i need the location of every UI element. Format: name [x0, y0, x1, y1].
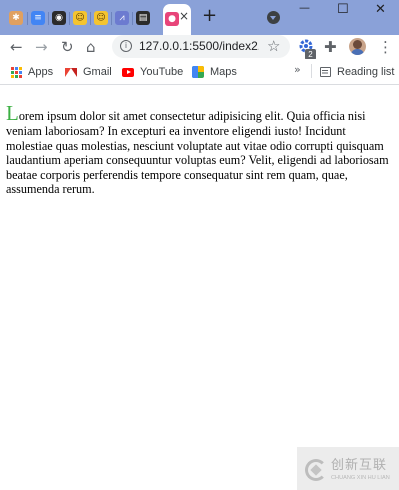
- watermark-emblem-icon: [305, 459, 327, 481]
- maps-icon: [192, 66, 204, 78]
- tab-search-icon[interactable]: [267, 11, 280, 24]
- tab-strip: ✱ ≡ ◉ ☺ ☺ ⩘ ▤ ● × + — ☐ ✕: [0, 0, 399, 35]
- bookmark-label: Apps: [28, 66, 54, 78]
- reading-list-button[interactable]: Reading list: [320, 65, 394, 79]
- circle-icon: ◉: [52, 11, 66, 25]
- pink-icon: ●: [165, 12, 179, 26]
- emoji-icon: ☺: [94, 11, 108, 25]
- drop-cap-letter: L: [6, 101, 19, 125]
- tab-emoji-2[interactable]: ☺: [91, 8, 111, 28]
- tab-app[interactable]: ▤: [133, 8, 153, 28]
- profile-avatar[interactable]: [349, 38, 366, 55]
- tab-chart[interactable]: ⩘: [112, 8, 132, 28]
- url-text[interactable]: 127.0.0.1:5500/index2...: [139, 39, 259, 53]
- chart-icon: ⩘: [115, 11, 129, 25]
- tab-circle[interactable]: ◉: [49, 8, 69, 28]
- close-tab-icon[interactable]: ×: [179, 10, 189, 22]
- bookmark-apps[interactable]: Apps: [11, 65, 53, 79]
- address-bar[interactable]: i 127.0.0.1:5500/index2... ☆: [112, 35, 290, 58]
- tab-docs[interactable]: ≡: [28, 8, 48, 28]
- more-bookmarks-chevron-icon[interactable]: »: [294, 63, 301, 77]
- bookmarks-divider: [311, 64, 312, 78]
- watermark-chinese-text: 创新互联: [331, 458, 388, 473]
- bookmark-label: Maps: [210, 66, 237, 78]
- gmail-icon: [65, 67, 77, 77]
- puzzle-icon: ✱: [9, 11, 23, 25]
- bookmark-maps[interactable]: Maps: [192, 65, 237, 79]
- reading-list-label: Reading list: [337, 66, 395, 78]
- tab-puzzle[interactable]: ✱: [6, 8, 26, 28]
- tab-active[interactable]: ● ×: [163, 4, 191, 35]
- menu-icon[interactable]: ⋮: [378, 37, 393, 57]
- bookmark-star-icon[interactable]: ☆: [267, 36, 280, 56]
- emoji-icon: ☺: [73, 11, 87, 25]
- bookmarks-bar: Apps Gmail YouTube Maps Reading list: [0, 59, 399, 85]
- bookmark-youtube[interactable]: YouTube: [122, 65, 183, 79]
- bookmark-label: Gmail: [83, 66, 112, 78]
- bookmark-gmail[interactable]: Gmail: [65, 65, 112, 79]
- bookmark-label: YouTube: [140, 66, 184, 78]
- app-icon: ▤: [136, 11, 150, 25]
- back-icon[interactable]: ←: [10, 37, 23, 57]
- forward-icon[interactable]: →: [35, 37, 48, 57]
- reading-list-icon: [320, 67, 331, 77]
- lorem-paragraph: Lorem ipsum dolor sit amet consectetur a…: [6, 103, 390, 197]
- reload-icon[interactable]: ↻: [61, 37, 74, 57]
- home-icon[interactable]: ⌂: [86, 37, 96, 57]
- watermark-logo: 创新互联 CHUANG XIN HU LIAN: [297, 447, 399, 490]
- tab-emoji-1[interactable]: ☺: [70, 8, 90, 28]
- new-tab-button[interactable]: +: [202, 7, 217, 25]
- close-window-button[interactable]: ✕: [375, 3, 386, 16]
- minimize-button[interactable]: —: [299, 2, 310, 13]
- paragraph-body: orem ipsum dolor sit amet consectetur ad…: [6, 109, 389, 196]
- docs-icon: ≡: [31, 11, 45, 25]
- extensions-puzzle-icon[interactable]: ✚: [324, 37, 337, 57]
- maximize-button[interactable]: ☐: [337, 3, 349, 16]
- site-info-icon[interactable]: i: [120, 40, 132, 52]
- youtube-icon: [122, 67, 134, 77]
- watermark-english-text: CHUANG XIN HU LIAN: [331, 475, 390, 481]
- apps-grid-icon: [11, 66, 22, 78]
- page-content: Lorem ipsum dolor sit amet consectetur a…: [0, 86, 399, 490]
